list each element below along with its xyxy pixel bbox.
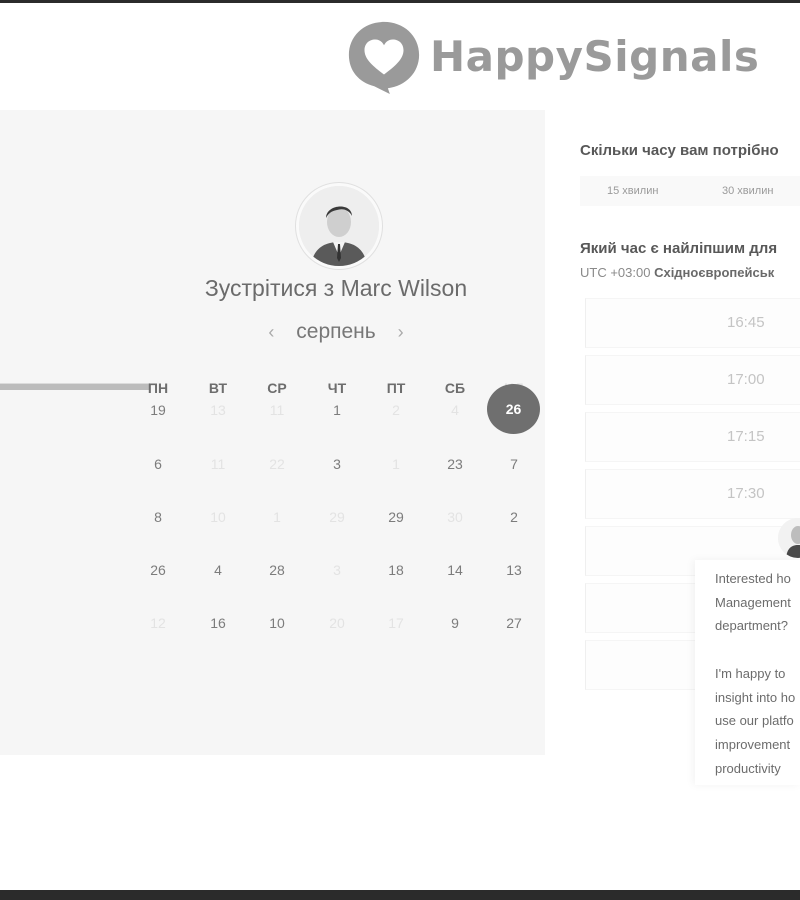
- heart-speech-bubble-icon: [348, 21, 420, 95]
- timezone-label[interactable]: UTC +03:00 Східноєвропейськ: [580, 265, 774, 280]
- day-cell[interactable]: 14: [430, 562, 480, 578]
- horizontal-scrollbar[interactable]: [0, 383, 150, 390]
- day-cell-disabled: 29: [329, 509, 345, 525]
- day-cell[interactable]: 2: [489, 509, 539, 525]
- time-slot[interactable]: [585, 412, 800, 462]
- prev-month-button[interactable]: ‹: [260, 322, 282, 343]
- day-cell[interactable]: 3: [312, 456, 362, 472]
- duration-question: Скільки часу вам потрібно: [580, 142, 779, 159]
- happysignals-logo: HappySignals: [345, 18, 765, 98]
- weekday-header: СР: [267, 380, 287, 396]
- day-cell-disabled: 1: [273, 509, 281, 525]
- meeting-title: Зустрітися з Marc Wilson: [204, 275, 468, 301]
- month-label: серпень: [296, 320, 376, 343]
- host-avatar: [296, 183, 382, 269]
- logo-text: HappySignals: [430, 32, 760, 81]
- weekday-header: ПТ: [386, 380, 406, 396]
- time-slot[interactable]: [585, 355, 800, 405]
- day-cell-disabled: 12: [150, 615, 166, 631]
- chat-text-line: I'm happy to: [715, 666, 786, 681]
- time-slot-label: 17:30: [727, 485, 765, 502]
- day-cell[interactable]: 8: [133, 509, 183, 525]
- next-month-button[interactable]: ›: [390, 322, 412, 343]
- window-bottom-border: [0, 890, 800, 900]
- day-cell[interactable]: 6: [133, 456, 183, 472]
- chat-text-line: productivity: [715, 761, 781, 776]
- timezone-name: Східноєвропейськ: [654, 265, 775, 280]
- time-slot[interactable]: [585, 298, 800, 348]
- time-slot[interactable]: [585, 469, 800, 519]
- day-cell-disabled: 3: [333, 562, 341, 578]
- day-cell[interactable]: 18: [371, 562, 421, 578]
- day-cell[interactable]: 16: [193, 615, 243, 631]
- window-top-border: [0, 0, 800, 3]
- time-question: Який час є найліпшим для: [580, 240, 778, 257]
- day-cell-disabled: 1: [392, 456, 400, 472]
- chat-text-line: department?: [715, 618, 788, 633]
- chat-text-line: improvement: [715, 737, 791, 752]
- weekday-header: ПН: [147, 380, 169, 396]
- day-cell[interactable]: 26: [133, 562, 183, 578]
- day-cell-disabled: 4: [451, 402, 459, 418]
- chat-text-line: Interested ho: [715, 571, 791, 586]
- timezone-offset: UTC +03:00: [580, 265, 651, 280]
- day-cell[interactable]: 28: [252, 562, 302, 578]
- day-cell[interactable]: 9: [430, 615, 480, 631]
- chat-text-line: Management: [715, 595, 791, 610]
- time-slot-label: 17:15: [727, 428, 765, 445]
- selected-day[interactable]: 26: [487, 384, 540, 434]
- person-portrait-icon: [299, 186, 379, 266]
- weekday-header: СБ: [444, 380, 466, 396]
- time-slot-label: 16:45: [727, 314, 765, 331]
- day-cell[interactable]: 13: [489, 562, 539, 578]
- day-cell-disabled: 2: [392, 402, 400, 418]
- day-cell-disabled: 11: [210, 456, 226, 472]
- day-cell-disabled: 20: [329, 615, 345, 631]
- month-navigation: ‹ серпень ›: [150, 320, 522, 344]
- chat-text-line: use our platfo: [715, 713, 794, 728]
- day-cell[interactable]: 27: [489, 615, 539, 631]
- day-cell[interactable]: 7: [489, 456, 539, 472]
- day-cell[interactable]: 23: [430, 456, 480, 472]
- day-cell[interactable]: 4: [193, 562, 243, 578]
- day-cell[interactable]: 19: [133, 402, 183, 418]
- day-cell[interactable]: 10: [252, 615, 302, 631]
- calendar-panel: [0, 110, 545, 755]
- day-cell-disabled: 17: [388, 615, 404, 631]
- day-cell-disabled: 13: [210, 402, 226, 418]
- duration-option[interactable]: 15 хвилин: [607, 185, 658, 197]
- chat-text-line: insight into ho: [715, 690, 796, 705]
- day-cell-disabled: 10: [210, 509, 226, 525]
- day-cell[interactable]: 1: [312, 402, 362, 418]
- duration-option[interactable]: 30 хвилин: [722, 185, 773, 197]
- day-cell-disabled: 22: [269, 456, 285, 472]
- day-cell[interactable]: 29: [371, 509, 421, 525]
- day-cell-disabled: 11: [269, 402, 285, 418]
- time-slot-label: 17:00: [727, 371, 765, 388]
- weekday-header: ЧТ: [327, 380, 347, 396]
- weekday-header: ВТ: [208, 380, 228, 396]
- day-cell-disabled: 30: [447, 509, 463, 525]
